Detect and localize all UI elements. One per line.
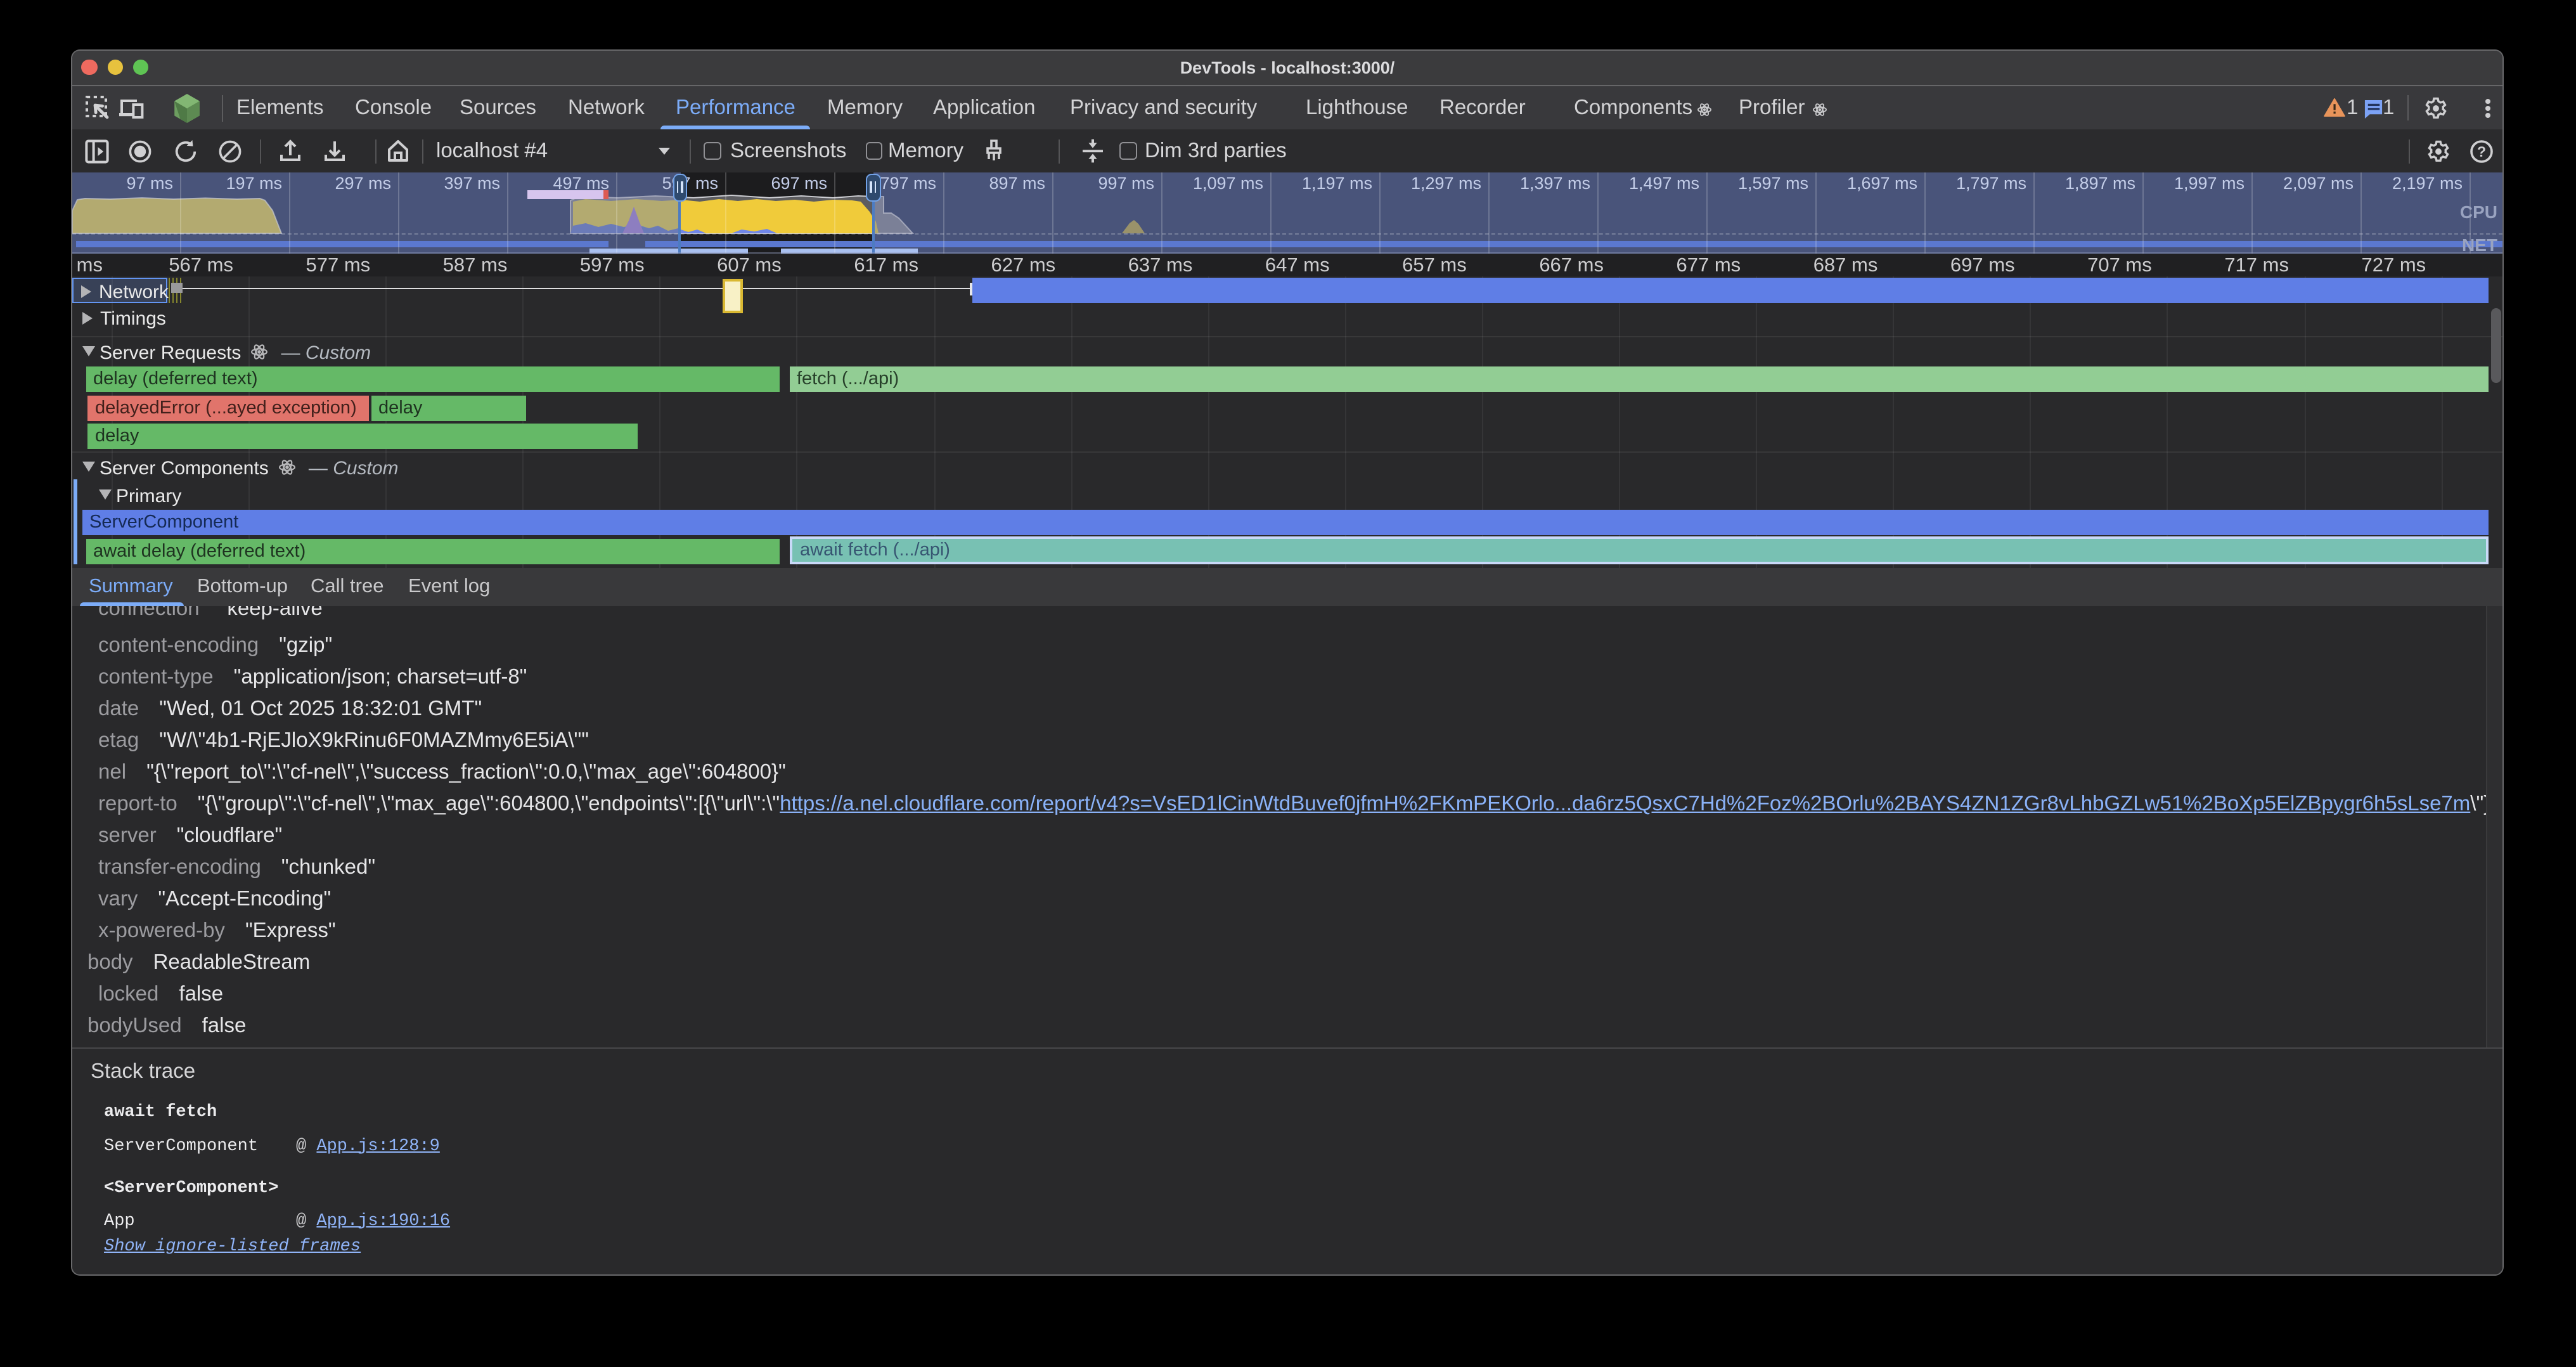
svg-text:?: ? — [2477, 143, 2486, 159]
